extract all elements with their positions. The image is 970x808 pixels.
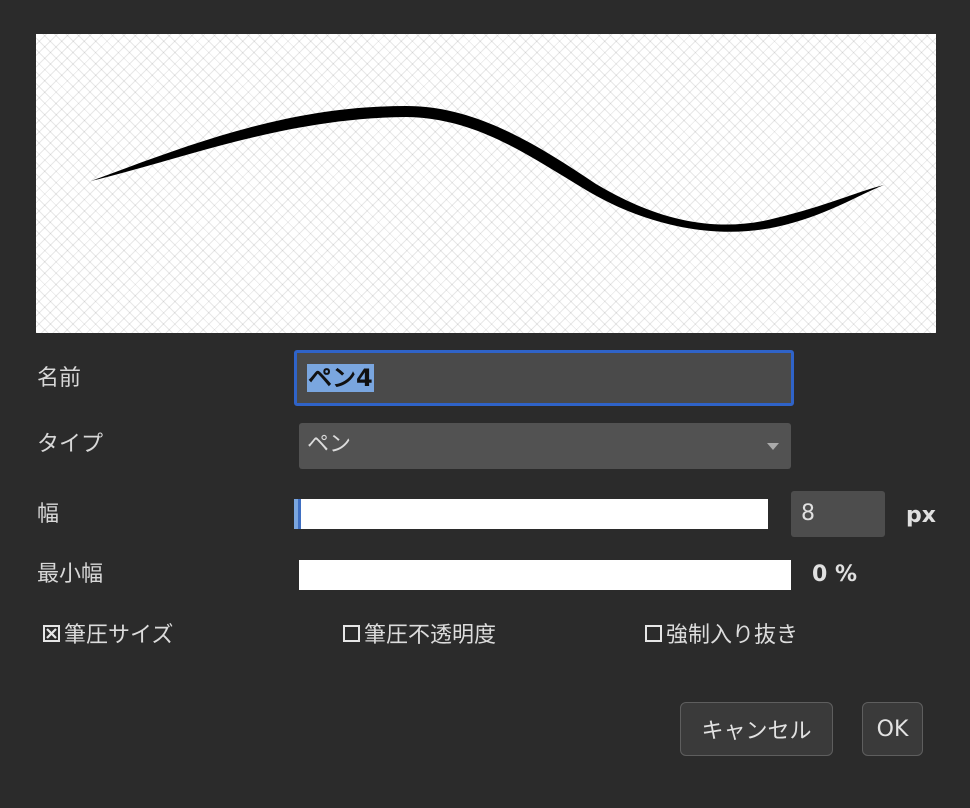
name-label: 名前 — [37, 366, 82, 391]
pressure-opacity-label: 筆圧不透明度 — [364, 623, 497, 648]
brush-preview-canvas — [36, 34, 936, 333]
cancel-button[interactable]: キャンセル — [680, 702, 833, 756]
width-slider-handle[interactable] — [298, 499, 301, 529]
force-taper-checkbox[interactable]: 強制入り抜き — [645, 617, 798, 649]
name-input[interactable]: ペン4 — [294, 350, 794, 406]
brush-stroke-preview-icon — [91, 106, 884, 232]
width-label: 幅 — [37, 502, 60, 527]
width-number-value: 8 — [801, 501, 815, 526]
pressure-size-label: 筆圧サイズ — [64, 623, 174, 648]
dropdown-arrow-icon — [767, 443, 779, 450]
ok-button[interactable]: OK — [862, 702, 923, 756]
checkbox-checked-icon[interactable] — [43, 624, 60, 642]
checkbox-unchecked-icon[interactable] — [343, 624, 360, 642]
width-number-input[interactable]: 8 — [791, 491, 885, 537]
name-input-text: ペン4 — [307, 364, 374, 392]
brush-settings-dialog: 名前 ペン4 タイプ ペン 幅 8 px 最小幅 0 % 筆圧サイズ 筆圧不透明… — [0, 0, 970, 808]
width-slider[interactable] — [294, 499, 768, 529]
min-width-label: 最小幅 — [37, 562, 104, 587]
width-unit-label: px — [906, 503, 936, 528]
pressure-opacity-checkbox[interactable]: 筆圧不透明度 — [343, 617, 496, 649]
type-select-value: ペン — [307, 432, 352, 457]
pressure-size-checkbox[interactable]: 筆圧サイズ — [43, 617, 173, 649]
checkbox-unchecked-icon[interactable] — [645, 624, 662, 642]
min-width-value: 0 % — [812, 562, 858, 587]
type-select[interactable]: ペン — [299, 423, 791, 469]
type-label: タイプ — [37, 432, 104, 457]
force-taper-label: 強制入り抜き — [666, 623, 799, 648]
min-width-slider[interactable] — [299, 560, 791, 590]
